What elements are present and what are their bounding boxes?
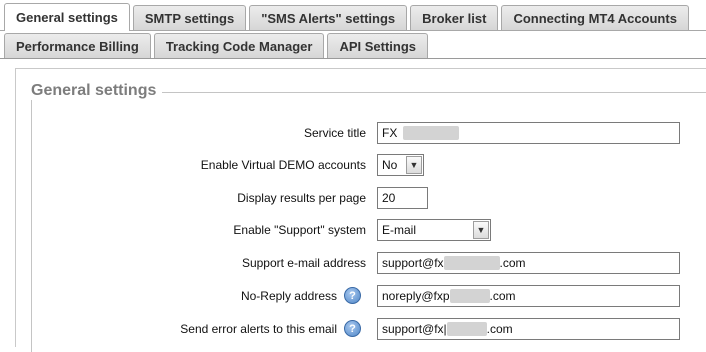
- error-alerts-input[interactable]: support@fx| .com: [377, 318, 680, 340]
- tab-label: Tracking Code Manager: [165, 38, 313, 54]
- support-email-prefix: support@fx: [382, 256, 444, 270]
- chevron-down-icon[interactable]: ▼: [406, 156, 422, 174]
- form-row-service-title: Service title FX: [0, 121, 706, 145]
- tab-label: Connecting MT4 Accounts: [513, 10, 677, 26]
- tab-label: Performance Billing: [16, 38, 139, 54]
- tab-sms-alerts-settings[interactable]: "SMS Alerts" settings: [249, 5, 408, 30]
- tab-general-settings[interactable]: General settings: [4, 3, 130, 31]
- form-row-noreply: No-Reply address ? noreply@fxp .com: [0, 284, 706, 308]
- help-icon[interactable]: ?: [344, 287, 361, 304]
- noreply-input[interactable]: noreply@fxp .com: [377, 285, 680, 307]
- error-alerts-prefix: support@fx|: [382, 322, 447, 336]
- form-row-support-email: Support e-mail address support@fx .com: [0, 251, 706, 275]
- help-icon[interactable]: ?: [344, 320, 361, 337]
- redacted-text: [446, 322, 487, 336]
- error-alerts-label: Send error alerts to this email: [180, 322, 337, 336]
- tab-label: General settings: [16, 10, 118, 25]
- form-row-results-per-page: Display results per page 20: [0, 186, 706, 210]
- service-title-label: Service title: [303, 126, 366, 140]
- tab-connecting-mt4-accounts[interactable]: Connecting MT4 Accounts: [501, 5, 689, 30]
- tab-bar-row-1: General settings SMTP settings "SMS Aler…: [0, 3, 706, 31]
- virtual-demo-value: No: [382, 158, 398, 172]
- tab-bar-row-2: Performance Billing Tracking Code Manage…: [0, 32, 706, 59]
- tab-api-settings[interactable]: API Settings: [327, 33, 429, 58]
- redacted-text: [403, 126, 460, 140]
- tab-performance-billing[interactable]: Performance Billing: [4, 33, 151, 58]
- virtual-demo-select[interactable]: No ▼: [377, 154, 424, 176]
- support-system-value: E-mail: [382, 223, 417, 237]
- help-icon-glyph: ?: [349, 289, 356, 302]
- support-email-suffix: .com: [499, 256, 526, 270]
- tab-label: Broker list: [422, 10, 487, 26]
- tab-tracking-code-manager[interactable]: Tracking Code Manager: [153, 33, 325, 58]
- redacted-text: [443, 256, 500, 270]
- form-row-virtual-demo: Enable Virtual DEMO accounts No ▼: [0, 153, 706, 177]
- results-per-page-input[interactable]: 20: [377, 187, 428, 209]
- noreply-suffix: .com: [489, 289, 516, 303]
- tab-label: SMTP settings: [144, 10, 235, 26]
- support-email-label: Support e-mail address: [241, 256, 366, 270]
- tab-smtp-settings[interactable]: SMTP settings: [132, 5, 247, 30]
- results-per-page-value: 20: [382, 191, 396, 205]
- support-system-select[interactable]: E-mail ▼: [377, 219, 491, 241]
- virtual-demo-label: Enable Virtual DEMO accounts: [200, 158, 366, 172]
- noreply-label: No-Reply address: [240, 289, 337, 303]
- tab-label: "SMS Alerts" settings: [261, 10, 396, 26]
- service-title-value: FX: [382, 126, 398, 140]
- service-title-input[interactable]: FX: [377, 122, 680, 144]
- help-icon-glyph: ?: [349, 322, 356, 335]
- tab-label: API Settings: [339, 38, 417, 54]
- form-row-support-system: Enable "Support" system E-mail ▼: [0, 218, 706, 242]
- support-email-input[interactable]: support@fx .com: [377, 252, 680, 274]
- form-row-error-alerts: Send error alerts to this email ? suppor…: [0, 317, 706, 341]
- error-alerts-suffix: .com: [486, 322, 513, 336]
- results-per-page-label: Display results per page: [237, 191, 366, 205]
- noreply-prefix: noreply@fxp: [382, 289, 450, 303]
- support-system-label: Enable "Support" system: [233, 223, 366, 237]
- section-title: General settings: [28, 82, 163, 100]
- redacted-text: [449, 289, 490, 303]
- tab-broker-list[interactable]: Broker list: [410, 5, 499, 30]
- chevron-down-icon[interactable]: ▼: [473, 221, 489, 239]
